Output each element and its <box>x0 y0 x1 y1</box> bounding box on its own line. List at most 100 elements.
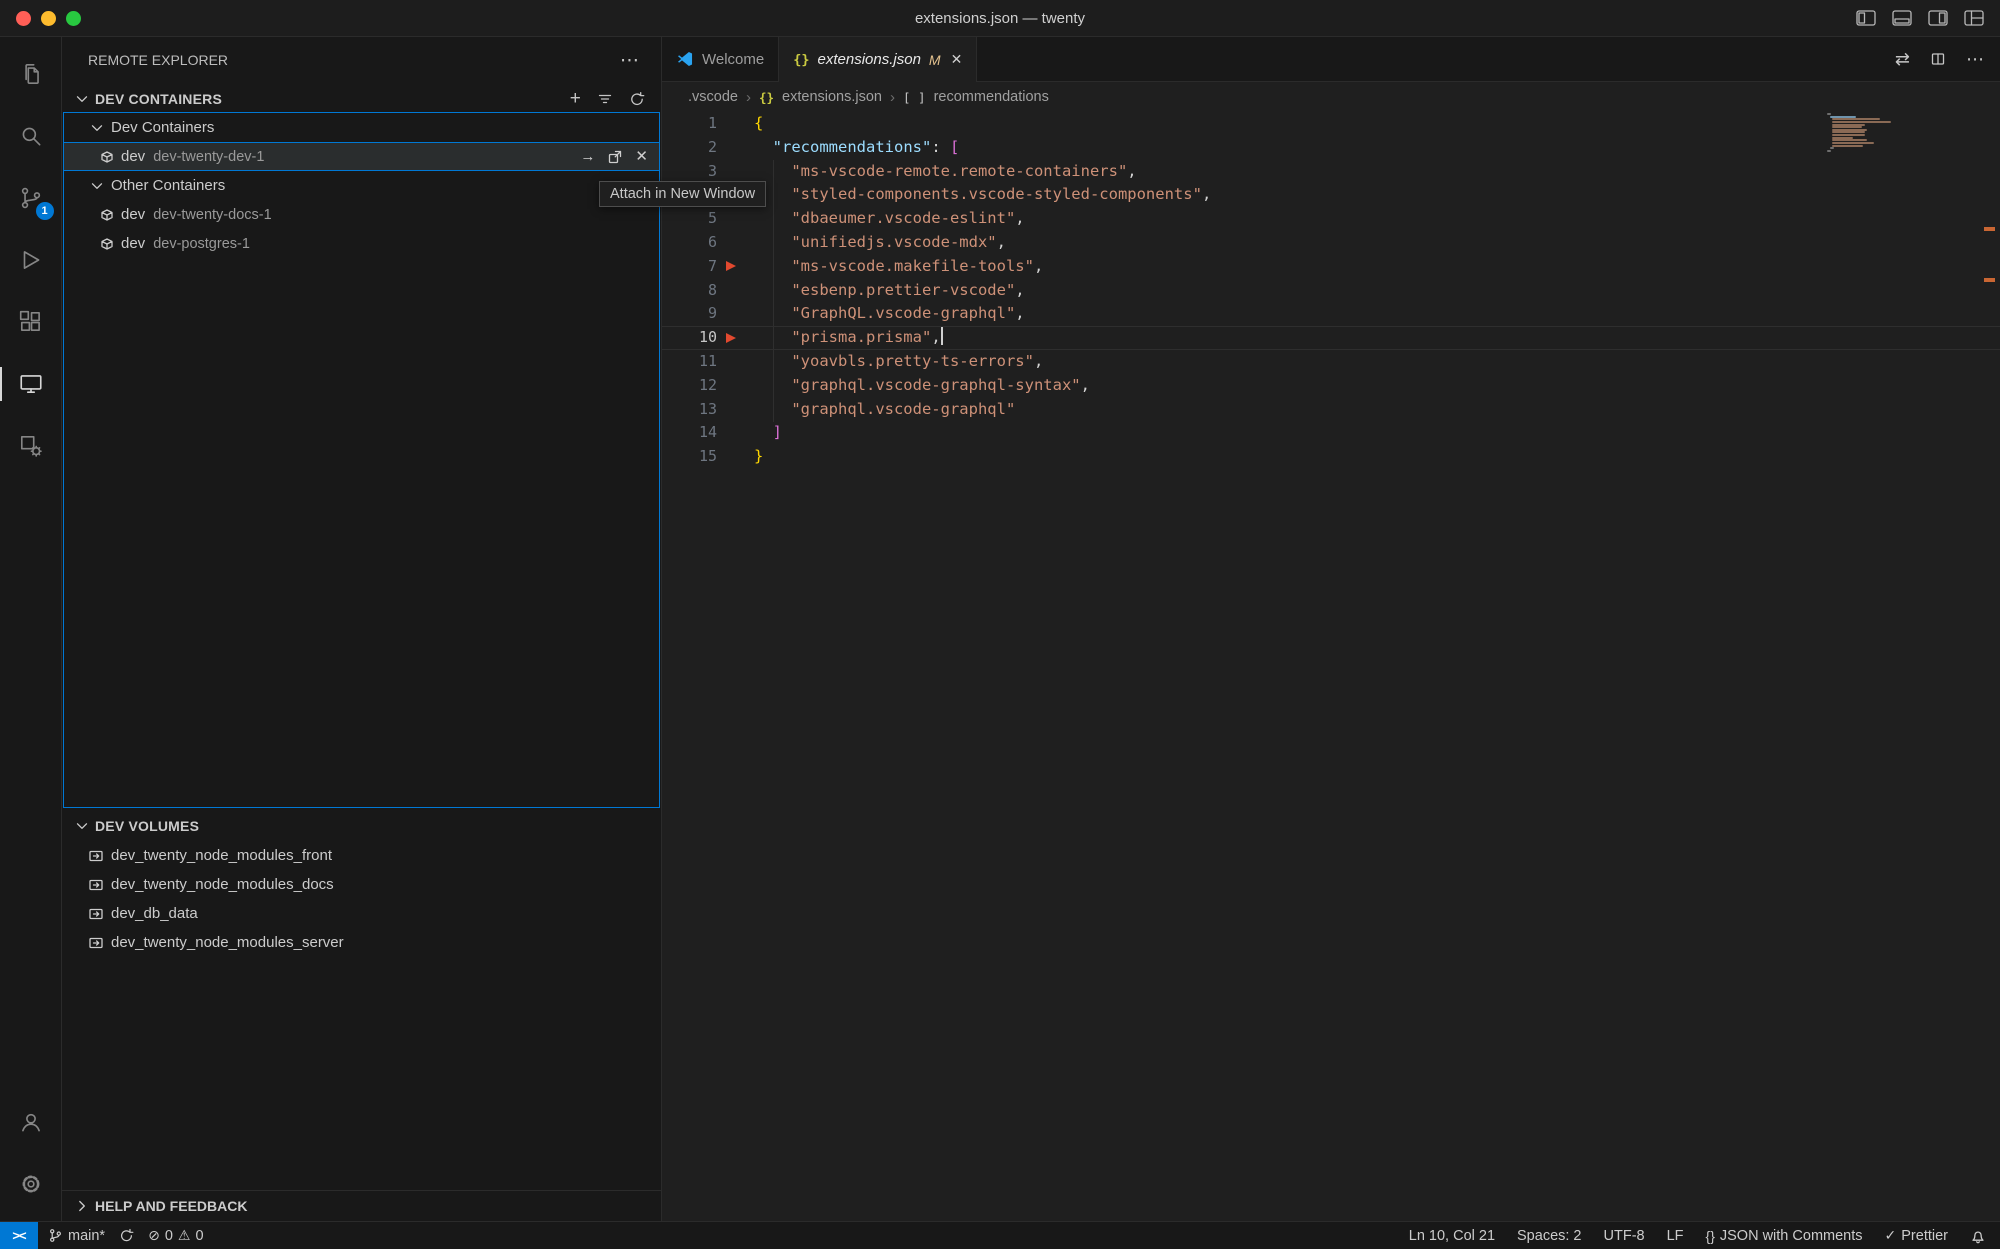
new-container-icon[interactable]: + <box>570 91 581 107</box>
breadcrumb-symbol[interactable]: recommendations <box>934 89 1049 105</box>
container-item[interactable]: devdev-twenty-dev-1→✕ <box>63 142 660 171</box>
line-number[interactable]: 14 <box>662 421 717 445</box>
container-description: dev-postgres-1 <box>153 236 250 252</box>
minimap-line <box>1832 145 1863 147</box>
tooltip: Attach in New Window <box>599 181 766 207</box>
line-number[interactable]: 6 <box>662 231 717 255</box>
code-line[interactable]: 15} <box>662 445 2000 469</box>
code-line[interactable]: 4 "styled-components.vscode-styled-compo… <box>662 183 2000 207</box>
code-editor[interactable]: 1{2 "recommendations": [3 "ms-vscode-rem… <box>662 112 2000 1221</box>
more-actions-icon[interactable]: ⋯ <box>1966 49 1984 70</box>
account-icon[interactable] <box>0 1091 62 1153</box>
code-line[interactable]: 9 "GraphQL.vscode-graphql", <box>662 302 2000 326</box>
source-control-icon[interactable]: 1 <box>0 167 62 229</box>
remote-indicator[interactable]: >< <box>0 1222 38 1249</box>
code-line[interactable]: 3 "ms-vscode-remote.remote-containers", <box>662 160 2000 184</box>
volume-item[interactable]: dev_db_data <box>62 899 661 928</box>
attach-current-window-icon[interactable]: → <box>580 149 595 164</box>
zoom-window-button[interactable] <box>66 11 81 26</box>
volume-item[interactable]: dev_twenty_node_modules_docs <box>62 870 661 899</box>
stop-container-icon[interactable]: ✕ <box>635 149 648 164</box>
cursor-position-item[interactable]: Ln 10, Col 21 <box>1409 1228 1495 1244</box>
branch-item[interactable]: main* <box>48 1228 105 1244</box>
code-line[interactable]: 6 "unifiedjs.vscode-mdx", <box>662 231 2000 255</box>
close-icon[interactable]: ✕ <box>951 51 963 68</box>
container-item[interactable]: devdev-postgres-1 <box>63 229 660 258</box>
code-line[interactable]: 2 "recommendations": [ <box>662 136 2000 160</box>
minimize-window-button[interactable] <box>41 11 56 26</box>
volume-item[interactable]: dev_twenty_node_modules_server <box>62 928 661 957</box>
code-line[interactable]: 7 "ms-vscode.makefile-tools", <box>662 255 2000 279</box>
sidebar-remote-explorer: REMOTE EXPLORER ⋯ DEV CONTAINERS + Dev C… <box>62 37 662 1221</box>
code-text: } <box>754 445 763 469</box>
code-line[interactable]: 1{ <box>662 112 2000 136</box>
compare-changes-icon[interactable]: ⇄ <box>1895 49 1910 70</box>
filter-icon[interactable] <box>597 91 613 107</box>
line-number[interactable]: 1 <box>662 112 717 136</box>
sync-button[interactable] <box>119 1228 134 1243</box>
toggle-panel-icon[interactable] <box>1892 10 1912 30</box>
search-icon[interactable] <box>0 105 62 167</box>
line-number[interactable]: 3 <box>662 160 717 184</box>
section-dev-containers[interactable]: DEV CONTAINERS + <box>62 85 661 112</box>
line-number[interactable]: 11 <box>662 350 717 374</box>
breadcrumb-file[interactable]: extensions.json <box>782 89 882 105</box>
tree-group[interactable]: Other Containers <box>63 171 660 200</box>
containers-config-icon[interactable] <box>0 415 62 477</box>
run-debug-icon[interactable] <box>0 229 62 291</box>
minimap[interactable] <box>1827 113 1899 153</box>
tab-extensions-json[interactable]: {} extensions.json M ✕ <box>779 37 977 82</box>
sync-icon <box>119 1228 134 1243</box>
line-number[interactable]: 13 <box>662 398 717 422</box>
tree-group[interactable]: Dev Containers <box>63 113 660 142</box>
check-icon: ✓ <box>1885 1227 1897 1244</box>
code-line[interactable]: 10 "prisma.prisma", <box>662 326 2000 350</box>
explorer-icon[interactable] <box>0 43 62 105</box>
tab-welcome[interactable]: Welcome <box>662 37 779 81</box>
remote-explorer-icon[interactable] <box>0 353 62 415</box>
refresh-icon[interactable] <box>629 91 645 107</box>
eol-item[interactable]: LF <box>1667 1228 1684 1244</box>
notifications-item[interactable] <box>1970 1228 1986 1244</box>
section-dev-volumes[interactable]: DEV VOLUMES <box>62 812 661 839</box>
code-line[interactable]: 14 ] <box>662 421 2000 445</box>
line-number[interactable]: 15 <box>662 445 717 469</box>
code-line[interactable]: 8 "esbenp.prettier-vscode", <box>662 279 2000 303</box>
code-text: "GraphQL.vscode-graphql", <box>754 302 1025 326</box>
code-text: "graphql.vscode-graphql-syntax", <box>754 374 1090 398</box>
volume-item[interactable]: dev_twenty_node_modules_front <box>62 841 661 870</box>
line-number[interactable]: 7 <box>662 255 717 279</box>
split-editor-icon[interactable] <box>1930 51 1946 67</box>
customize-layout-icon[interactable] <box>1964 10 1984 30</box>
encoding-item[interactable]: UTF-8 <box>1604 1228 1645 1244</box>
breadcrumb-folder[interactable]: .vscode <box>688 89 738 105</box>
code-line[interactable]: 12 "graphql.vscode-graphql-syntax", <box>662 374 2000 398</box>
line-number[interactable]: 8 <box>662 279 717 303</box>
line-number[interactable]: 12 <box>662 374 717 398</box>
more-actions-icon[interactable]: ⋯ <box>620 49 639 72</box>
modified-badge: M <box>929 52 941 68</box>
tree-group-label: Other Containers <box>111 177 225 194</box>
code-line[interactable]: 13 "graphql.vscode-graphql" <box>662 398 2000 422</box>
problems-item[interactable]: ⊘ 0 ⚠ 0 <box>148 1227 203 1244</box>
error-count: 0 <box>165 1228 173 1244</box>
dev-containers-tree: Dev Containersdevdev-twenty-dev-1→✕Other… <box>63 113 660 258</box>
line-number[interactable]: 9 <box>662 302 717 326</box>
formatter-item[interactable]: ✓ Prettier <box>1885 1227 1948 1244</box>
language-mode-item[interactable]: {} JSON with Comments <box>1706 1228 1863 1244</box>
toggle-primary-sidebar-icon[interactable] <box>1856 10 1876 30</box>
line-number[interactable]: 10 <box>662 326 717 350</box>
toggle-secondary-sidebar-icon[interactable] <box>1928 10 1948 30</box>
code-line[interactable]: 5 "dbaeumer.vscode-eslint", <box>662 207 2000 231</box>
extensions-icon[interactable] <box>0 291 62 353</box>
code-text: "dbaeumer.vscode-eslint", <box>754 207 1025 231</box>
settings-gear-icon[interactable] <box>0 1153 62 1215</box>
container-item[interactable]: devdev-twenty-docs-1 <box>63 200 660 229</box>
close-window-button[interactable] <box>16 11 31 26</box>
code-line[interactable]: 11 "yoavbls.pretty-ts-errors", <box>662 350 2000 374</box>
indentation-item[interactable]: Spaces: 2 <box>1517 1228 1582 1244</box>
line-number[interactable]: 2 <box>662 136 717 160</box>
line-number[interactable]: 5 <box>662 207 717 231</box>
attach-new-window-icon[interactable] <box>607 149 623 165</box>
section-help-feedback[interactable]: HELP AND FEEDBACK <box>62 1190 661 1221</box>
